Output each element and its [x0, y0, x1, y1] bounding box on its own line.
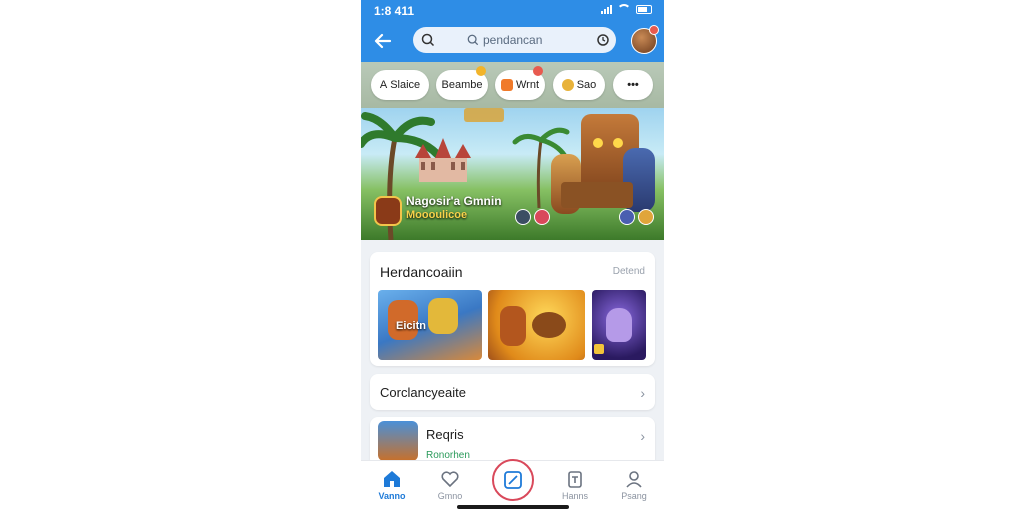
wifi-icon — [617, 4, 631, 14]
clipboard-icon — [568, 471, 582, 488]
search-inline-icon — [467, 34, 479, 46]
avatar[interactable] — [631, 25, 659, 54]
section-title: Herdancoaiin — [380, 264, 463, 280]
nav-create[interactable] — [492, 459, 534, 501]
character-eye — [593, 138, 603, 148]
chip-label: Beambe — [441, 79, 483, 91]
nav-profile[interactable]: Psang — [609, 465, 659, 505]
search-input[interactable] — [483, 27, 583, 53]
search-icon — [421, 33, 435, 47]
banner-subtitle: Moooulicoe — [406, 209, 468, 221]
chip-beambe[interactable]: Beambe — [436, 66, 488, 100]
tile-badge-icon — [594, 344, 604, 354]
tile-object — [532, 312, 566, 338]
nav-label: Gmno — [437, 491, 463, 501]
row-title: Corclancyeaite — [380, 385, 466, 400]
chip-label: Slaice — [390, 79, 421, 91]
refresh-icon[interactable] — [596, 33, 610, 47]
back-arrow-icon[interactable] — [372, 30, 394, 52]
banner-top-logo — [464, 108, 504, 122]
chevron-right-icon: › — [640, 385, 645, 401]
battery-icon — [636, 4, 652, 14]
game-tile[interactable] — [592, 290, 646, 360]
banner-title: Nagosir'a Gmnin — [406, 194, 502, 208]
chip-sao[interactable]: Sao — [553, 70, 605, 100]
banner-dot-icon[interactable] — [534, 209, 550, 225]
outline-a-icon: A — [379, 79, 388, 91]
more-icon: ••• — [627, 79, 639, 91]
castle-illustration — [415, 138, 471, 182]
banner-dot-icon[interactable] — [515, 209, 531, 225]
featured-banner[interactable]: Nagosir'a Gmnin Moooulicoe — [361, 108, 664, 240]
category-row[interactable]: Corclancyeaite › — [370, 374, 655, 410]
game-thumbnail — [378, 421, 418, 461]
game-tile[interactable]: Eicitn — [378, 290, 482, 360]
heart-icon — [441, 471, 459, 488]
banner-dot-icon[interactable] — [638, 209, 654, 225]
chip-wrnt[interactable]: Wrnt — [495, 66, 545, 100]
person-icon — [626, 471, 642, 488]
tile-caption: Eicitn — [396, 320, 426, 332]
home-icon — [384, 471, 400, 487]
nav-tasks[interactable]: Hanns — [550, 465, 600, 505]
chip-label: Wrnt — [515, 79, 540, 91]
nav-home[interactable]: Vanno — [367, 465, 417, 505]
section-detail-link[interactable]: Detend — [613, 266, 645, 277]
category-chip-row: A Slaice Beambe Wrnt Sao ••• — [361, 62, 664, 108]
signal-icon — [601, 4, 612, 14]
tile-icon — [500, 79, 513, 91]
app-header: 1:8 411 — [361, 0, 664, 62]
recommended-section: Herdancoaiin Detend Eicitn — [370, 252, 655, 366]
row-title: Reqris — [426, 427, 464, 442]
status-icons — [601, 4, 652, 14]
notification-dot — [649, 25, 659, 35]
chevron-right-icon: › — [640, 428, 645, 444]
badge-icon — [476, 66, 486, 76]
nav-label: Hanns — [561, 491, 588, 501]
tile-character — [500, 306, 526, 346]
game-tile[interactable] — [488, 290, 585, 360]
more-chip[interactable]: ••• — [613, 70, 653, 100]
leaf-icon — [561, 79, 574, 91]
tile-character — [606, 308, 632, 342]
character-eye — [613, 138, 623, 148]
chip-label: Sao — [576, 79, 597, 91]
banner-dot-icon[interactable] — [619, 209, 635, 225]
edit-icon — [504, 471, 522, 489]
home-indicator[interactable] — [457, 505, 569, 509]
status-time: 1:8 411 — [374, 4, 415, 18]
game-logo-icon — [374, 196, 402, 226]
nav-label: Psang — [621, 491, 647, 501]
phone-screen: 1:8 411 pendancan A Slaice Beambe Wrnt S… — [361, 0, 664, 512]
nav-label: Vanno — [378, 491, 406, 501]
tile-character — [428, 298, 458, 334]
badge-dot-icon — [533, 66, 543, 76]
nav-favorites[interactable]: Gmno — [425, 465, 475, 505]
search-bar[interactable] — [413, 27, 616, 53]
chip-slaice[interactable]: A Slaice — [371, 70, 429, 100]
cart-illustration — [561, 182, 633, 208]
